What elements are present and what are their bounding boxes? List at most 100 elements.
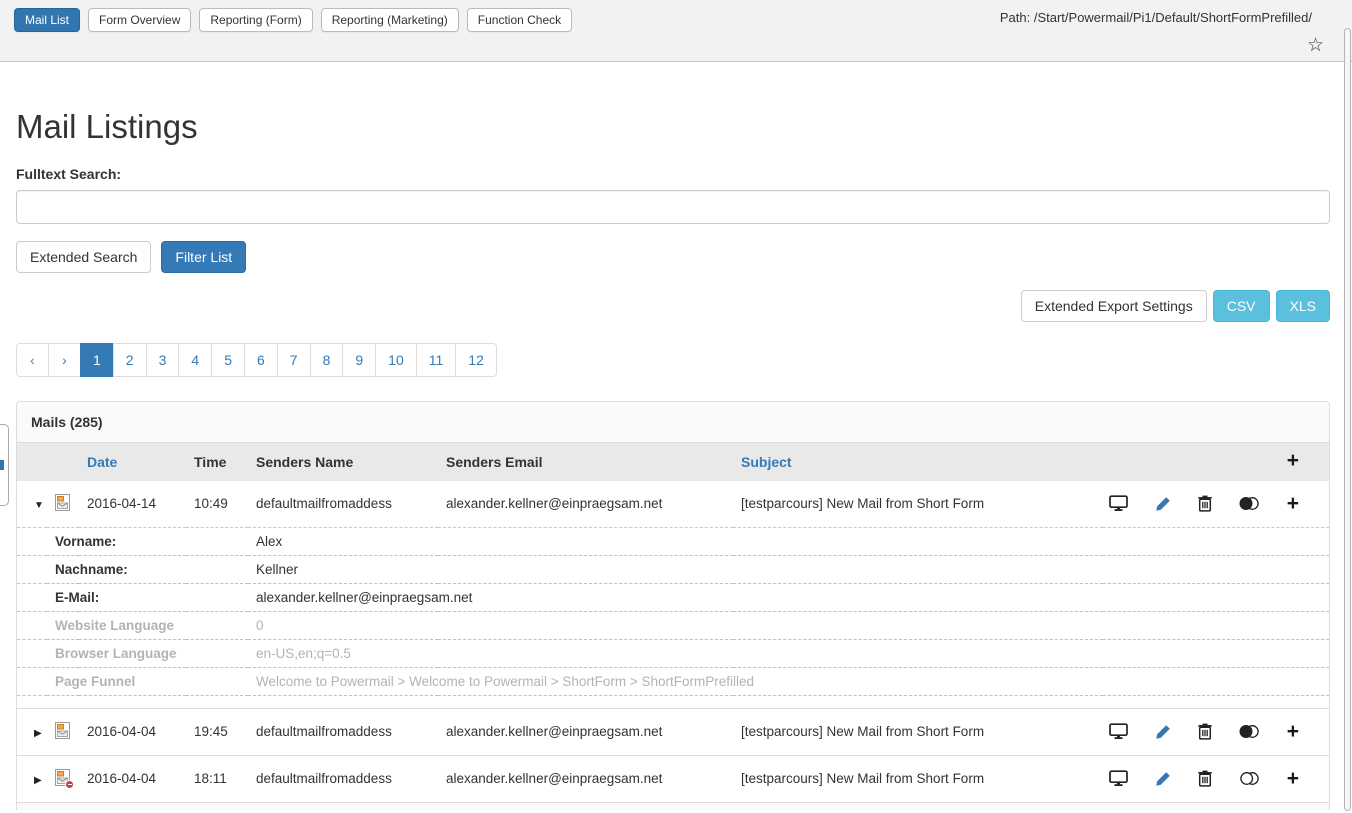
detail-label: E-Mail: [47, 583, 248, 611]
tab-function-check[interactable]: Function Check [467, 8, 572, 32]
pagination-page-2[interactable]: 2 [113, 343, 147, 377]
column-header-senders-name: Senders Name [248, 443, 438, 481]
detail-value: en-US,en;q=0.5 [248, 639, 1329, 667]
pagination-next[interactable]: › [48, 343, 81, 377]
detail-spacer [17, 695, 1329, 708]
display-icon[interactable] [1109, 495, 1128, 512]
detail-label: Vorname: [47, 527, 248, 555]
collapse-caret-icon[interactable]: ▼ [34, 500, 44, 511]
mail-record-icon[interactable] [55, 722, 70, 739]
detail-label: Nachname: [47, 555, 248, 583]
mail-row: ▶ 2016-04-04 [17, 708, 1329, 755]
delete-trash-icon[interactable] [1198, 770, 1212, 787]
module-body: Mail Listings Fulltext Search: Extended … [0, 108, 1352, 810]
page-title: Mail Listings [16, 108, 1330, 146]
fulltext-search-label: Fulltext Search: [16, 166, 1330, 182]
add-column-icon[interactable]: + [1287, 449, 1299, 472]
pane-collapse-handle-icon[interactable] [0, 424, 9, 506]
detail-row: Website Language 0 [17, 611, 1329, 639]
mail-senders-email: alexander.kellner@einpraegsam.net [438, 755, 733, 802]
page-path: Path: /Start/Powermail/Pi1/Default/Short… [1000, 10, 1312, 25]
mail-subject: [testparcours] New Mail from Short Form [733, 755, 1103, 802]
pagination-page-10[interactable]: 10 [375, 343, 417, 377]
mail-time: 10:49 [186, 481, 248, 528]
table-header-row: Date Time Senders Name Senders Email Sub… [17, 443, 1329, 481]
fulltext-search-input[interactable] [16, 190, 1330, 224]
tab-mail-list[interactable]: Mail List [14, 8, 80, 32]
pagination-page-5[interactable]: 5 [211, 343, 245, 377]
pagination-page-11[interactable]: 11 [416, 343, 457, 377]
mail-senders-name: defaultmailfromaddess [248, 708, 438, 755]
search-actions: Extended Search Filter List [16, 241, 1330, 273]
tab-reporting-form[interactable]: Reporting (Form) [199, 8, 312, 32]
detail-value: Welcome to Powermail > Welcome to Powerm… [248, 667, 1329, 695]
detail-value: 0 [248, 611, 1329, 639]
mail-record-icon[interactable] [55, 494, 70, 511]
mail-time: 19:45 [186, 708, 248, 755]
detail-label: Browser Language [47, 639, 248, 667]
detail-value: alexander.kellner@einpraegsam.net [248, 583, 1329, 611]
xls-export-button[interactable]: XLS [1276, 290, 1330, 322]
mail-senders-email: alexander.kellner@einpraegsam.net [438, 481, 733, 528]
delete-trash-icon[interactable] [1198, 723, 1212, 740]
expand-caret-icon[interactable]: ▶ [34, 728, 42, 739]
bookmark-star-icon[interactable]: ☆ [1307, 36, 1324, 56]
export-actions: Extended Export Settings CSV XLS [16, 290, 1330, 322]
column-header-date[interactable]: Date [79, 443, 186, 481]
pagination-prev[interactable]: ‹ [16, 343, 49, 377]
pagination: ‹ › 1 2 3 4 5 6 7 8 9 10 11 12 [16, 343, 497, 377]
column-header-subject[interactable]: Subject [733, 443, 1103, 481]
pagination-page-9[interactable]: 9 [342, 343, 376, 377]
detail-label: Page Funnel [47, 667, 248, 695]
mail-time: 18:11 [186, 755, 248, 802]
delete-trash-icon[interactable] [1198, 495, 1212, 512]
mail-row: ▶ 201 [17, 755, 1329, 802]
display-icon[interactable] [1109, 723, 1128, 740]
extended-export-settings-button[interactable]: Extended Export Settings [1021, 290, 1207, 322]
mail-record-hidden-icon[interactable] [55, 769, 70, 786]
edit-pencil-icon[interactable] [1155, 724, 1171, 740]
powermail-module-screen: Mail List Form Overview Reporting (Form)… [0, 0, 1352, 813]
edit-pencil-icon[interactable] [1155, 771, 1171, 787]
pagination-page-6[interactable]: 6 [244, 343, 278, 377]
expand-caret-icon[interactable]: ▶ [34, 775, 42, 786]
mail-senders-name: defaultmailfromaddess [248, 481, 438, 528]
visibility-toggle-on-icon[interactable] [1239, 724, 1260, 739]
filter-list-button[interactable]: Filter List [161, 241, 246, 273]
visibility-toggle-off-icon[interactable] [1239, 771, 1260, 786]
extended-search-button[interactable]: Extended Search [16, 241, 151, 273]
vertical-scrollbar[interactable] [1344, 28, 1351, 811]
doc-header: Mail List Form Overview Reporting (Form)… [0, 0, 1352, 62]
detail-row: Browser Language en-US,en;q=0.5 [17, 639, 1329, 667]
pagination-page-4[interactable]: 4 [178, 343, 212, 377]
mails-panel: Mails (285) Date Time Senders Name Sende… [16, 401, 1330, 810]
pagination-page-7[interactable]: 7 [277, 343, 311, 377]
add-plus-icon[interactable]: + [1287, 725, 1299, 739]
mail-senders-email: alexander.kellner@einpraegsam.net [438, 708, 733, 755]
tab-form-overview[interactable]: Form Overview [88, 8, 191, 32]
mail-row: ▼ 2016-04-14 [17, 481, 1329, 528]
pagination-page-3[interactable]: 3 [146, 343, 180, 377]
add-plus-icon[interactable]: + [1287, 772, 1299, 786]
detail-row: Nachname: Kellner [17, 555, 1329, 583]
mail-senders-name: defaultmailfromaddess [248, 755, 438, 802]
mail-date: 2016-04-04 [79, 708, 186, 755]
detail-value: Kellner [248, 555, 1329, 583]
pagination-page-8[interactable]: 8 [310, 343, 344, 377]
hidden-record-badge-icon [65, 780, 74, 789]
display-icon[interactable] [1109, 770, 1128, 787]
detail-value: Alex [248, 527, 1329, 555]
mails-panel-title: Mails (285) [17, 402, 1329, 443]
visibility-toggle-on-icon[interactable] [1239, 496, 1260, 511]
csv-export-button[interactable]: CSV [1213, 290, 1270, 322]
add-plus-icon[interactable]: + [1287, 497, 1299, 511]
next-row-partial [17, 802, 1329, 810]
pagination-page-12[interactable]: 12 [455, 343, 497, 377]
detail-row: Vorname: Alex [17, 527, 1329, 555]
column-header-senders-email: Senders Email [438, 443, 733, 481]
pagination-page-1[interactable]: 1 [80, 343, 114, 377]
detail-row: E-Mail: alexander.kellner@einpraegsam.ne… [17, 583, 1329, 611]
edit-pencil-icon[interactable] [1155, 496, 1171, 512]
mail-subject: [testparcours] New Mail from Short Form [733, 708, 1103, 755]
tab-reporting-marketing[interactable]: Reporting (Marketing) [321, 8, 459, 32]
